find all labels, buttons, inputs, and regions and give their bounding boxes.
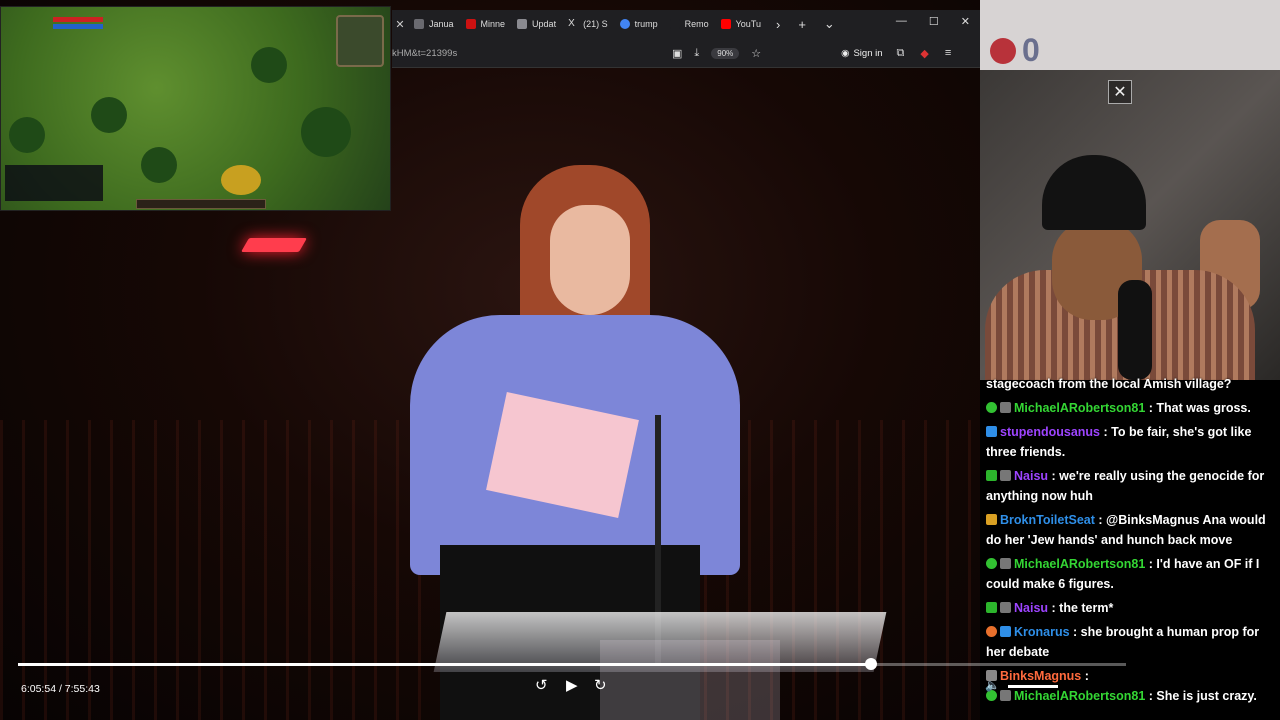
blank-icon: [669, 19, 680, 29]
chat-message: BroknToiletSeat : @BinksMagnus Ana would…: [986, 513, 1266, 547]
zoom-level[interactable]: 90%: [711, 47, 740, 59]
chat-username[interactable]: MichaelARobertson81: [1014, 689, 1145, 703]
extensions-icon[interactable]: ⧉: [897, 47, 905, 60]
badge-icon: [986, 626, 997, 637]
chat-message: Naisu : the term*: [982, 598, 1278, 618]
chat-username[interactable]: stupendousanus: [1000, 425, 1100, 439]
chat-username[interactable]: BroknToiletSeat: [1000, 513, 1095, 527]
chat-message: stupendousanus : To be fair, she's got l…: [986, 425, 1252, 459]
time-display: 6:05:54 / 7:55:43: [21, 683, 100, 695]
shield-icon[interactable]: ◆: [920, 47, 928, 60]
red-stage-light: [240, 238, 308, 252]
chat-message: stagecoach from the local Amish village?: [986, 377, 1232, 391]
game-chat-log: [5, 165, 103, 201]
forward-icon[interactable]: ↻: [594, 676, 607, 694]
download-icon[interactable]: ⤓: [694, 47, 699, 60]
chat-username[interactable]: Kronarus: [1014, 625, 1070, 639]
chevron-down-icon[interactable]: ⌄: [815, 16, 844, 32]
tree: [141, 147, 177, 183]
tree: [9, 117, 45, 153]
tab-strip: ✕ Janua Minne Updat X (21) S trump Remo Y…: [392, 10, 980, 38]
tree: [251, 47, 287, 83]
browser-window: ✕ Janua Minne Updat X (21) S trump Remo Y…: [392, 10, 980, 68]
screenshot-icon[interactable]: ▣: [672, 47, 682, 60]
volume-slider[interactable]: [1008, 685, 1058, 688]
minimize-icon[interactable]: —: [896, 15, 907, 28]
badge-icon: [1000, 558, 1011, 569]
record-icon: [990, 38, 1016, 64]
mana-bar: [53, 24, 103, 29]
window-controls: — ☐ ✕: [896, 15, 970, 28]
chat-username[interactable]: Naisu: [1014, 601, 1048, 615]
x-icon: X: [568, 18, 575, 29]
microphone: [1118, 280, 1152, 380]
youtube-icon: [720, 19, 731, 29]
close-icon[interactable]: ✕: [392, 18, 408, 31]
podium-base: [600, 640, 780, 720]
tab[interactable]: Updat: [511, 13, 562, 35]
hotbar: [136, 199, 266, 209]
google-icon: [619, 19, 630, 29]
play-icon[interactable]: ▶: [566, 676, 578, 694]
bush: [221, 165, 261, 195]
badge-icon: [1000, 470, 1011, 481]
badge-icon: [986, 602, 997, 613]
tab[interactable]: trump: [614, 13, 664, 35]
badge-icon: [986, 470, 997, 481]
chat-message: BinksMagnus :: [982, 666, 1278, 686]
tab[interactable]: YouTu: [715, 13, 767, 35]
badge-icon: [986, 402, 997, 413]
chat-username[interactable]: Naisu: [1014, 469, 1048, 483]
seek-bar-played: [18, 663, 872, 666]
chat-message: Kronarus : she brought a human prop for …: [986, 625, 1260, 659]
badge-icon: [986, 558, 997, 569]
bookmark-star-icon[interactable]: ☆: [751, 47, 761, 60]
menu-icon[interactable]: ≡: [945, 47, 951, 60]
badge-icon: [1000, 690, 1011, 701]
maximize-icon[interactable]: ☐: [929, 15, 939, 28]
tree: [301, 107, 351, 157]
chat-message: MichaelARobertson81 : That was gross.: [982, 398, 1278, 418]
tab[interactable]: Minne: [460, 13, 512, 35]
close-icon[interactable]: ✕: [1108, 80, 1132, 104]
account-icon: ◉: [841, 47, 850, 59]
chevron-right-icon[interactable]: ›: [767, 17, 789, 32]
tab[interactable]: Remo: [664, 13, 715, 35]
chat-username[interactable]: MichaelARobertson81: [1014, 557, 1145, 571]
tree: [91, 97, 127, 133]
seek-bar[interactable]: [18, 658, 1126, 670]
doc-icon: [414, 19, 424, 29]
new-tab-icon[interactable]: +: [789, 17, 815, 32]
game-overlay: [0, 6, 391, 211]
chat-username[interactable]: MichaelARobertson81: [1014, 401, 1145, 415]
chat-message: MichaelARobertson81 : I'd have an OF if …: [986, 557, 1260, 591]
health-bar: [53, 17, 103, 22]
badge-icon: [986, 426, 997, 437]
chat-message: MichaelARobertson81 : She is just crazy.: [982, 686, 1278, 706]
tab[interactable]: X (21) S: [562, 13, 614, 35]
cnn-icon: [465, 19, 476, 29]
chat-message: Naisu : we're really using the genocide …: [986, 469, 1265, 503]
badge-icon: [1000, 626, 1011, 637]
rewind-icon[interactable]: ↺: [535, 676, 548, 694]
chat-username[interactable]: BinksMagnus: [1000, 669, 1081, 683]
tab[interactable]: Janua: [408, 13, 460, 35]
minimap: [336, 15, 384, 67]
chat-panel: stagecoach from the local Amish village?…: [982, 374, 1278, 710]
sign-in-button[interactable]: ◉ Sign in: [841, 48, 882, 59]
address-bar: kHM&t=21399s ▣ ⤓ 90% ☆ ◉ Sign in ⧉ ◆ ≡: [392, 40, 980, 66]
counter: 0: [1022, 32, 1040, 68]
badge-icon: [1000, 602, 1011, 613]
volume-icon[interactable]: 🔈: [985, 678, 1000, 692]
close-window-icon[interactable]: ✕: [961, 15, 970, 28]
badge-icon: [1000, 402, 1011, 413]
update-icon: [517, 19, 528, 29]
badge-icon: [986, 514, 997, 525]
url-field[interactable]: kHM&t=21399s: [392, 48, 672, 59]
